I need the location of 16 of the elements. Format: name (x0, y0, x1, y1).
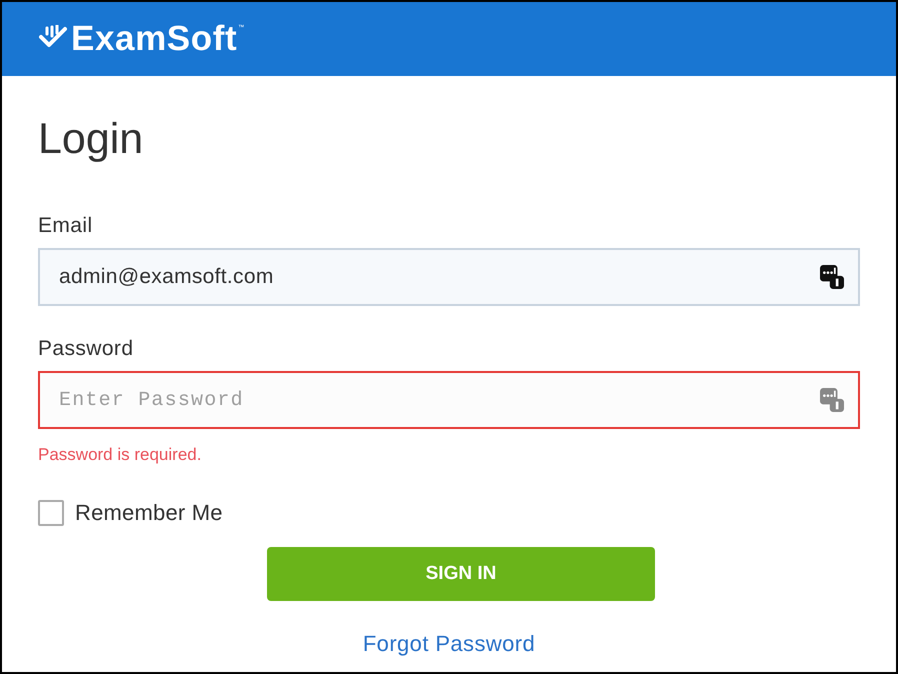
remember-label[interactable]: Remember Me (75, 500, 223, 526)
dots-badge-icon[interactable] (820, 265, 844, 289)
forgot-password-link[interactable]: Forgot Password (362, 631, 536, 657)
field-label: Password (38, 337, 134, 361)
checkmark-logo-icon (39, 25, 67, 49)
input-field[interactable]: Enter Password (38, 371, 860, 429)
error-message: Password is required. (38, 444, 202, 466)
field-placeholder: Enter Password (59, 388, 244, 412)
remember-checkbox[interactable] (38, 500, 64, 526)
sign-in-button[interactable]: SIGN IN (267, 547, 655, 601)
field-label: Email (38, 214, 93, 238)
page-title: Login (38, 114, 144, 164)
dots-badge-icon[interactable] (820, 388, 844, 412)
field-value: admin@examsoft.com (59, 265, 274, 289)
input-field[interactable]: admin@examsoft.com (38, 248, 860, 306)
logo-text: ExamSoft (71, 19, 238, 59)
